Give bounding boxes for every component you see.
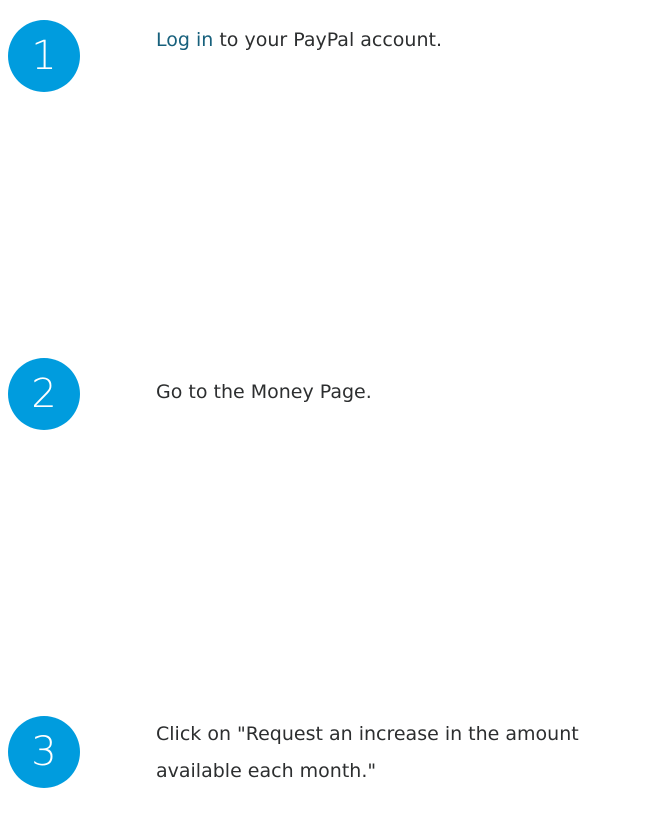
step-instruction-text: to your PayPal account. [213,29,443,51]
log-in-link[interactable]: Log in [156,29,213,51]
step-instruction: Log in to your PayPal account. [156,22,656,59]
step-instruction: Click on "Request an increase in the amo… [156,723,579,782]
step-number-badge: 2 [8,358,80,430]
step-number-badge: 3 [8,716,80,788]
step-instruction: Go to the Money Page. [156,381,372,403]
step-number-badge: 1 [8,20,80,92]
